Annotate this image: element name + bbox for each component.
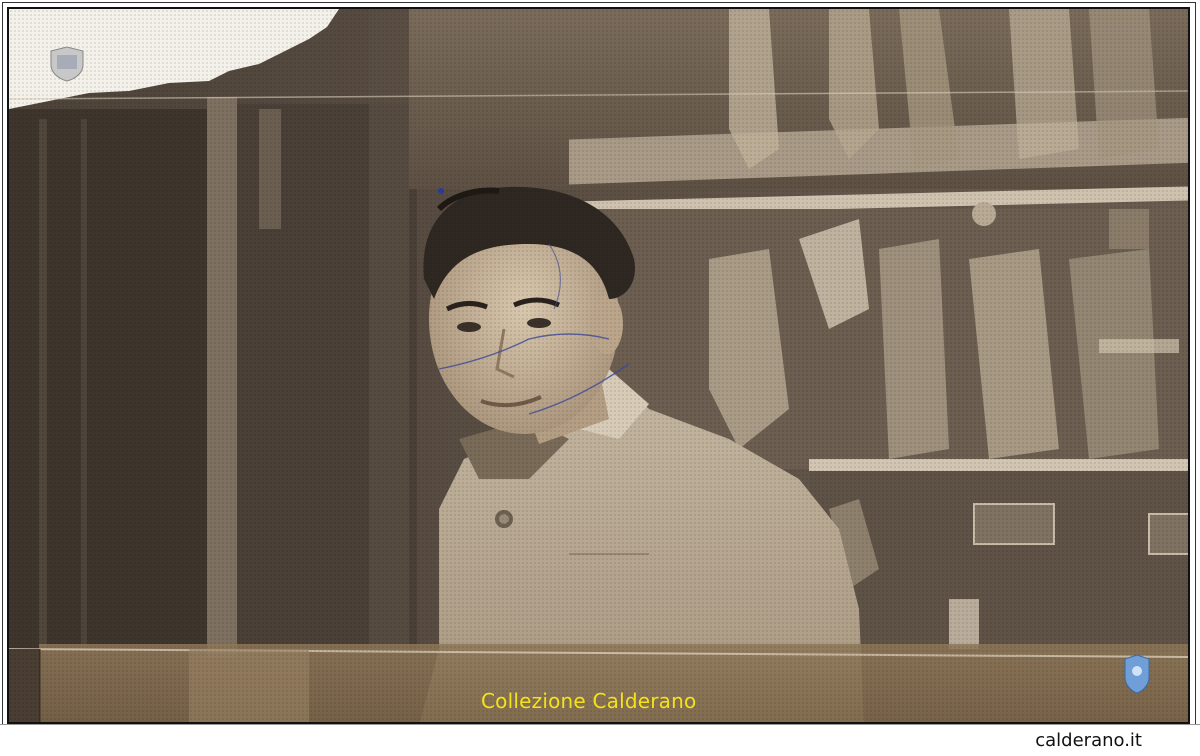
page-frame: Collezione Calderano calderano.it [0, 0, 1200, 756]
footer-bar: calderano.it [0, 724, 1200, 756]
collection-watermark: Collezione Calderano [481, 689, 697, 713]
site-url-link[interactable]: calderano.it [1035, 730, 1142, 751]
photo-illustration [9, 9, 1188, 722]
photo: Collezione Calderano [7, 7, 1190, 724]
crest-icon [1124, 654, 1150, 694]
